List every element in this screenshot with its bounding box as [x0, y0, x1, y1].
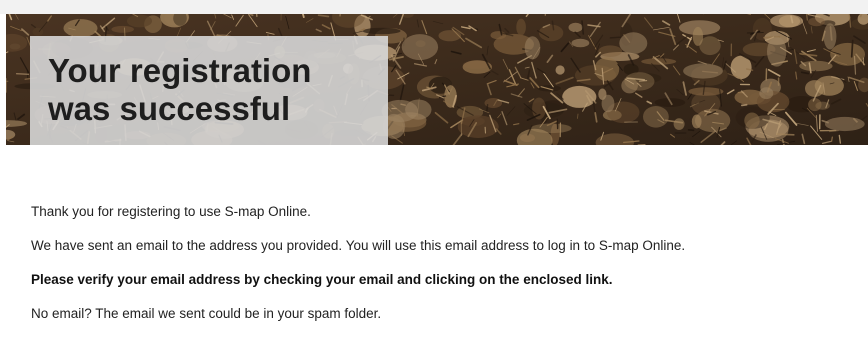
- confirmation-message: Thank you for registering to use S-map O…: [31, 203, 851, 322]
- hero-banner: Your registration was successful: [6, 14, 868, 145]
- email-sent-text: We have sent an email to the address you…: [31, 238, 686, 253]
- page-title-line-1: Your registration: [48, 52, 312, 89]
- verify-email-instruction: Please verify your email address by chec…: [31, 272, 613, 287]
- registration-success-page: Your registration was successful Thank y…: [0, 0, 868, 344]
- thank-you-text: Thank you for registering to use S-map O…: [31, 204, 311, 219]
- spam-folder-hint: No email? The email we sent could be in …: [31, 306, 382, 321]
- page-title: Your registration was successful: [48, 52, 388, 128]
- title-panel: Your registration was successful: [30, 36, 388, 145]
- top-strip: [0, 0, 868, 14]
- page-title-line-2: was successful: [48, 90, 291, 127]
